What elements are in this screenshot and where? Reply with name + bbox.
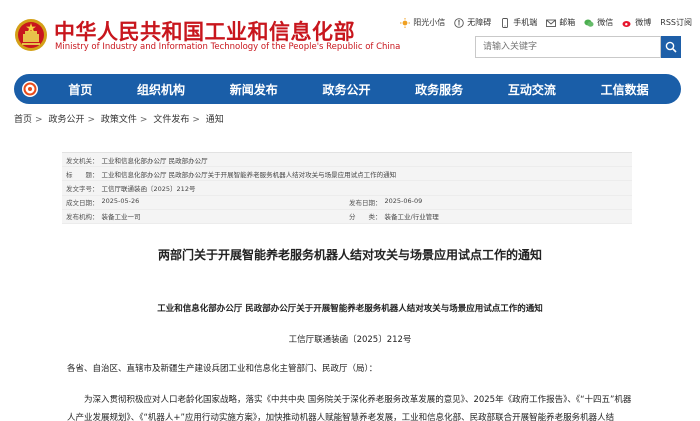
meta-key: 发布日期： — [349, 199, 382, 208]
toplink-mail[interactable]: 邮箱 — [546, 17, 575, 28]
top-links: 阳光小信 无障碍 手机端 邮箱 微信 微博 RSS订阅 — [391, 17, 692, 28]
toplink-label: 无障碍 — [467, 18, 492, 27]
breadcrumb-separator: > — [87, 115, 95, 125]
phone-icon — [502, 17, 509, 28]
meta-key: 成文日期： — [66, 199, 99, 208]
nav-item-services[interactable]: 政务服务 — [415, 81, 463, 98]
breadcrumb-separator: > — [139, 115, 148, 125]
meta-created: 成文日期： 2025-05-26 — [66, 197, 349, 207]
search-icon — [665, 41, 677, 53]
nav-item-government-affairs[interactable]: 政务公开 — [322, 81, 370, 98]
national-emblem-icon[interactable] — [14, 17, 48, 53]
wechat-icon — [584, 19, 594, 27]
meta-row-title: 标 题： 工业和信息化部办公厅 民政部办公厅关于开展智能养老服务机器人结对攻关与… — [62, 167, 632, 182]
toplink-wechat[interactable]: 微信 — [584, 17, 613, 28]
sun-icon — [400, 17, 411, 28]
document-number: 工信厅联通装函〔2025〕212号 — [288, 335, 412, 345]
breadcrumb: 首页 > 政务公开 > 政策文件 > 文件发布 > 通知 — [14, 112, 224, 125]
nav-item-interaction[interactable]: 互动交流 — [508, 81, 556, 98]
meta-row-docno: 发文字号： 工信厅联通装函〔2025〕212号 — [62, 181, 632, 196]
breadcrumb-item[interactable]: 首页 — [14, 112, 32, 125]
ministry-logo-icon — [22, 81, 38, 97]
meta-category: 分 类： 装备工业/行业管理 — [349, 211, 632, 221]
nav-item-home[interactable]: 首页 — [68, 81, 92, 98]
meta-value: 装备工业一司 — [101, 213, 141, 222]
meta-org: 发布机构： 装备工业一司 — [66, 211, 349, 221]
meta-value: 工业和信息化部办公厅 民政部办公厅关于开展智能养老服务机器人结对攻关与场景应用试… — [101, 170, 397, 179]
breadcrumb-separator: > — [192, 115, 200, 125]
toplink-label: 邮箱 — [559, 18, 576, 27]
toplink-label: 阳光小信 — [413, 18, 446, 27]
breadcrumb-item[interactable]: 通知 — [206, 112, 224, 125]
toplink-label: RSS订阅 — [660, 18, 692, 27]
breadcrumb-item[interactable]: 文件发布 — [153, 112, 189, 125]
search-input[interactable] — [475, 36, 661, 58]
site-subtitle: Ministry of Industry and Information Tec… — [55, 42, 401, 52]
meta-published: 发布日期： 2025-06-09 — [349, 197, 632, 207]
meta-value: 2025-06-09 — [384, 197, 423, 206]
toplink-rss[interactable]: RSS订阅 — [660, 17, 692, 28]
toplink-sunshine[interactable]: 阳光小信 — [400, 17, 445, 28]
meta-value: 工信厅联通装函〔2025〕212号 — [101, 184, 196, 193]
toplink-mobile[interactable]: 手机端 — [500, 17, 537, 28]
toplink-weibo[interactable]: 微博 — [622, 17, 651, 28]
main-nav: 首页 组织机构 新闻发布 政务公开 政务服务 互动交流 工信数据 — [14, 74, 681, 104]
document-recipients: 各省、自治区、直辖市及新疆生产建设兵团工业和信息化主管部门、民政厅（局）： — [67, 364, 378, 374]
meta-row-org: 发布机构： 装备工业一司 分 类： 装备工业/行业管理 — [62, 210, 632, 224]
meta-row-dates: 成文日期： 2025-05-26 发布日期： 2025-06-09 — [62, 196, 632, 210]
accessibility-icon — [454, 17, 465, 28]
document-meta: 发文机关： 工业和信息化部办公厅 民政部办公厅 标 题： 工业和信息化部办公厅 … — [62, 152, 632, 224]
mail-icon — [546, 19, 557, 27]
toplink-label: 手机端 — [513, 18, 538, 27]
meta-key: 标 题： — [66, 170, 99, 179]
meta-value: 2025-05-26 — [101, 197, 140, 206]
meta-key: 分 类： — [349, 213, 382, 222]
breadcrumb-separator: > — [35, 115, 43, 125]
breadcrumb-item[interactable]: 政策文件 — [101, 112, 137, 125]
document-body: 为深入贯彻积极应对人口老龄化国家战略，落实《中共中央 国务院关于深化养老服务改革… — [67, 395, 632, 421]
nav-item-news[interactable]: 新闻发布 — [230, 81, 278, 98]
weibo-icon — [622, 20, 631, 27]
site-header: 中华人民共和国工业和信息化部 Ministry of Industry and … — [0, 0, 700, 74]
document-title: 两部门关于开展智能养老服务机器人结对攻关与场景应用试点工作的通知 — [157, 248, 542, 262]
breadcrumb-item[interactable]: 政务公开 — [48, 112, 84, 125]
meta-key: 发文机关： — [66, 156, 99, 165]
meta-value: 装备工业/行业管理 — [384, 213, 439, 222]
search-button[interactable] — [661, 36, 681, 58]
nav-home-logo[interactable] — [14, 74, 46, 104]
meta-value: 工业和信息化部办公厅 民政部办公厅 — [101, 156, 208, 165]
nav-item-organization[interactable]: 组织机构 — [137, 81, 185, 98]
toplink-label: 微博 — [635, 18, 652, 27]
nav-item-data[interactable]: 工信数据 — [601, 81, 649, 98]
document-subtitle: 工业和信息化部办公厅 民政部办公厅关于开展智能养老服务机器人结对攻关与场景应用试… — [157, 304, 543, 314]
meta-key: 发文字号： — [66, 184, 99, 193]
meta-key: 发布机构： — [66, 213, 99, 222]
toplink-accessibility[interactable]: 无障碍 — [454, 17, 491, 28]
meta-row-issuer: 发文机关： 工业和信息化部办公厅 民政部办公厅 — [62, 153, 632, 168]
toplink-label: 微信 — [597, 18, 614, 27]
